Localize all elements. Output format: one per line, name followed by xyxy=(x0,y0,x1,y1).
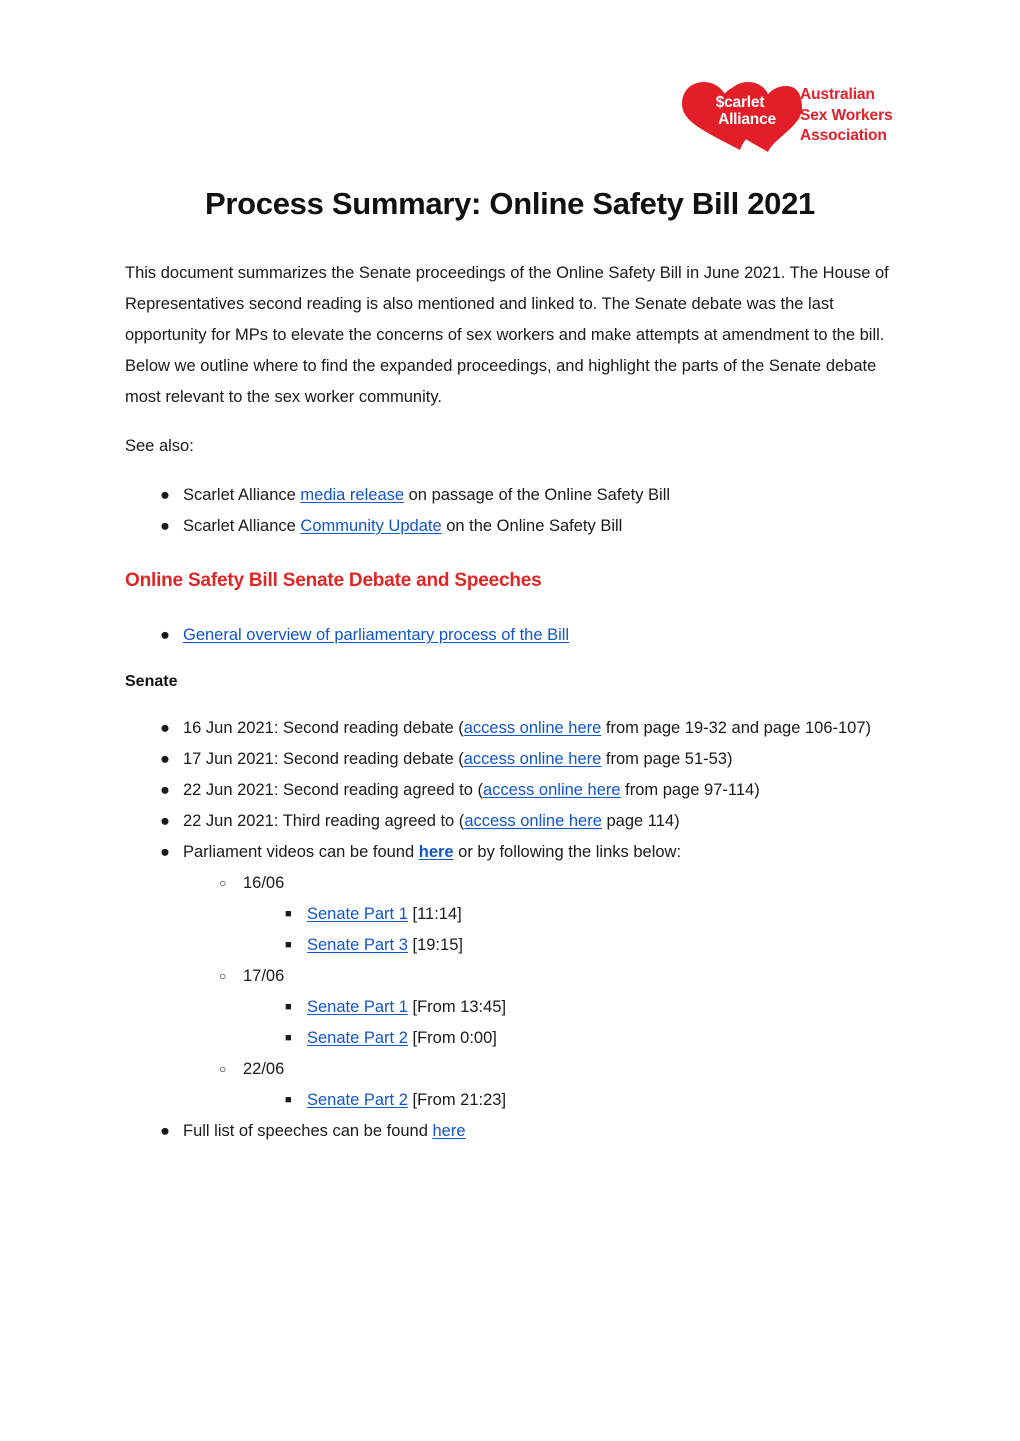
bullet-square-icon: ■ xyxy=(285,939,292,951)
bullet-disc-icon: ● xyxy=(160,517,170,535)
videos-suffix: or by following the links below: xyxy=(453,843,682,861)
video-group-2-date: 22/06 xyxy=(243,1060,285,1078)
overview-list: ● General overview of parliamentary proce… xyxy=(125,620,897,651)
list-item: ■ Senate Part 3 [19:15] xyxy=(243,930,897,961)
speeches-prefix: Full list of speeches can be found xyxy=(183,1122,433,1140)
list-item: ● General overview of parliamentary proce… xyxy=(125,620,897,651)
senate-bullet-0-prefix: 16 Jun 2021: Second reading debate ( xyxy=(183,719,464,737)
logo-brand-line-1: $carlet xyxy=(715,94,765,111)
senate-bullet-list: ● 16 Jun 2021: Second reading debate (acc… xyxy=(125,713,897,1147)
bullet-disc-icon: ● xyxy=(160,719,170,737)
videos-prefix: Parliament videos can be found xyxy=(183,843,419,861)
bullet-disc-icon: ● xyxy=(160,1122,170,1140)
video-date-groups: ○ 16/06 ■ Senate Part 1 [11:14] ■ Senate Pa… xyxy=(183,868,897,1116)
list-item: ■ Senate Part 2 [From 0:00] xyxy=(243,1023,897,1054)
senate-bullet-2-suffix: from page 97-114) xyxy=(620,781,760,799)
logo-brand-text: $carlet Alliance xyxy=(686,94,798,128)
bullet-disc-icon: ● xyxy=(160,486,170,504)
list-item: ○ 17/06 ■ Senate Part 1 [From 13:45] ■ Sena… xyxy=(183,961,897,1054)
list-item: ● Full list of speeches can be found here xyxy=(125,1116,897,1147)
bullet-circle-icon: ○ xyxy=(219,876,227,890)
senate-bullet-3-suffix: page 114) xyxy=(601,812,680,830)
bullet-disc-icon: ● xyxy=(160,750,170,768)
logo-org-line-3: Association xyxy=(800,127,887,144)
list-item: ■ Senate Part 1 [11:14] xyxy=(243,899,897,930)
bullet-square-icon: ■ xyxy=(285,1032,292,1044)
logo-org-line-1: Australian xyxy=(800,86,875,103)
see-also-item-1-prefix: Scarlet Alliance xyxy=(183,517,301,535)
logo-brand-line-2: Alliance xyxy=(718,111,776,128)
general-overview-link[interactable]: General overview of parliamentary proces… xyxy=(183,626,569,644)
list-item: ● Parliament videos can be found here or … xyxy=(125,837,897,1116)
list-item: ○ 22/06 ■ Senate Part 2 [From 21:23] xyxy=(183,1054,897,1116)
list-item: ● 16 Jun 2021: Second reading debate (acc… xyxy=(125,713,897,744)
senate-part-time: [From 13:45] xyxy=(407,998,507,1016)
document-page: $carlet Alliance Australian Sex Workers … xyxy=(0,0,1020,1441)
see-also-item-1-suffix: on the Online Safety Bill xyxy=(441,517,623,535)
senate-bullet-1-prefix: 17 Jun 2021: Second reading debate ( xyxy=(183,750,464,768)
bullet-disc-icon: ● xyxy=(160,843,170,861)
senate-subheading: Senate xyxy=(125,673,178,690)
senate-part-time: [From 21:23] xyxy=(407,1091,507,1109)
see-also-label: See also: xyxy=(125,437,194,455)
logo-org-line-2: Sex Workers xyxy=(800,106,893,124)
list-item: ● 22 Jun 2021: Third reading agreed to (a… xyxy=(125,806,897,837)
bullet-disc-icon: ● xyxy=(160,781,170,799)
video-parts-list: ■ Senate Part 1 [From 13:45] ■ Senate Part… xyxy=(243,992,897,1054)
list-item: ● 22 Jun 2021: Second reading agreed to (… xyxy=(125,775,897,806)
senate-bullet-0-suffix: from page 19-32 and page 106-107) xyxy=(601,719,872,737)
document-body: This document summarizes the Senate proc… xyxy=(125,258,897,1147)
senate-part-link[interactable]: Senate Part 2 xyxy=(307,1091,408,1109)
access-online-link[interactable]: access online here xyxy=(464,750,602,768)
senate-bullet-2-prefix: 22 Jun 2021: Second reading agreed to ( xyxy=(183,781,483,799)
senate-bullet-1-suffix: from page 51-53) xyxy=(601,750,733,768)
bullet-disc-icon: ● xyxy=(160,626,170,644)
senate-part-link[interactable]: Senate Part 3 xyxy=(307,936,408,954)
bullet-square-icon: ■ xyxy=(285,908,292,920)
scarlet-alliance-logo: $carlet Alliance Australian Sex Workers … xyxy=(676,76,912,160)
video-parts-list: ■ Senate Part 1 [11:14] ■ Senate Part 3 [1… xyxy=(243,899,897,961)
access-online-link[interactable]: access online here xyxy=(483,781,621,799)
intro-paragraph: This document summarizes the Senate proc… xyxy=(125,264,889,406)
list-item: ○ 16/06 ■ Senate Part 1 [11:14] ■ Senate Pa… xyxy=(183,868,897,961)
see-also-item-0-prefix: Scarlet Alliance xyxy=(183,486,301,504)
bullet-square-icon: ■ xyxy=(285,1094,292,1106)
full-list-speeches-link[interactable]: here xyxy=(432,1122,465,1140)
list-item: ● 17 Jun 2021: Second reading debate (acc… xyxy=(125,744,897,775)
access-online-link[interactable]: access online here xyxy=(464,812,602,830)
bullet-disc-icon: ● xyxy=(160,812,170,830)
list-item: ● Scarlet Alliance Community Update on th… xyxy=(125,511,897,542)
access-online-link[interactable]: access online here xyxy=(464,719,602,737)
list-item: ■ Senate Part 1 [From 13:45] xyxy=(243,992,897,1023)
senate-part-time: [11:14] xyxy=(407,905,462,923)
list-item: ● Scarlet Alliance media release on passa… xyxy=(125,480,897,511)
logo-org-name: Australian Sex Workers Association xyxy=(800,85,893,147)
senate-part-time: [From 0:00] xyxy=(407,1029,497,1047)
bullet-square-icon: ■ xyxy=(285,1001,292,1013)
senate-part-time: [19:15] xyxy=(407,936,463,954)
senate-part-link[interactable]: Senate Part 2 xyxy=(307,1029,408,1047)
senate-part-link[interactable]: Senate Part 1 xyxy=(307,998,408,1016)
page-title: Process Summary: Online Safety Bill 2021 xyxy=(205,186,815,221)
see-also-list: ● Scarlet Alliance media release on passa… xyxy=(125,480,897,542)
senate-section-heading: Online Safety Bill Senate Debate and Spe… xyxy=(125,570,542,591)
community-update-link[interactable]: Community Update xyxy=(300,517,441,535)
video-group-0-date: 16/06 xyxy=(243,874,285,892)
parliament-videos-link[interactable]: here xyxy=(419,843,454,861)
see-also-item-0-suffix: on passage of the Online Safety Bill xyxy=(404,486,671,504)
bullet-circle-icon: ○ xyxy=(219,1062,227,1076)
senate-part-link[interactable]: Senate Part 1 xyxy=(307,905,408,923)
video-group-1-date: 17/06 xyxy=(243,967,285,985)
video-parts-list: ■ Senate Part 2 [From 21:23] xyxy=(243,1085,897,1116)
senate-bullet-3-prefix: 22 Jun 2021: Third reading agreed to ( xyxy=(183,812,465,830)
bullet-circle-icon: ○ xyxy=(219,969,227,983)
list-item: ■ Senate Part 2 [From 21:23] xyxy=(243,1085,897,1116)
media-release-link[interactable]: media release xyxy=(300,486,404,504)
